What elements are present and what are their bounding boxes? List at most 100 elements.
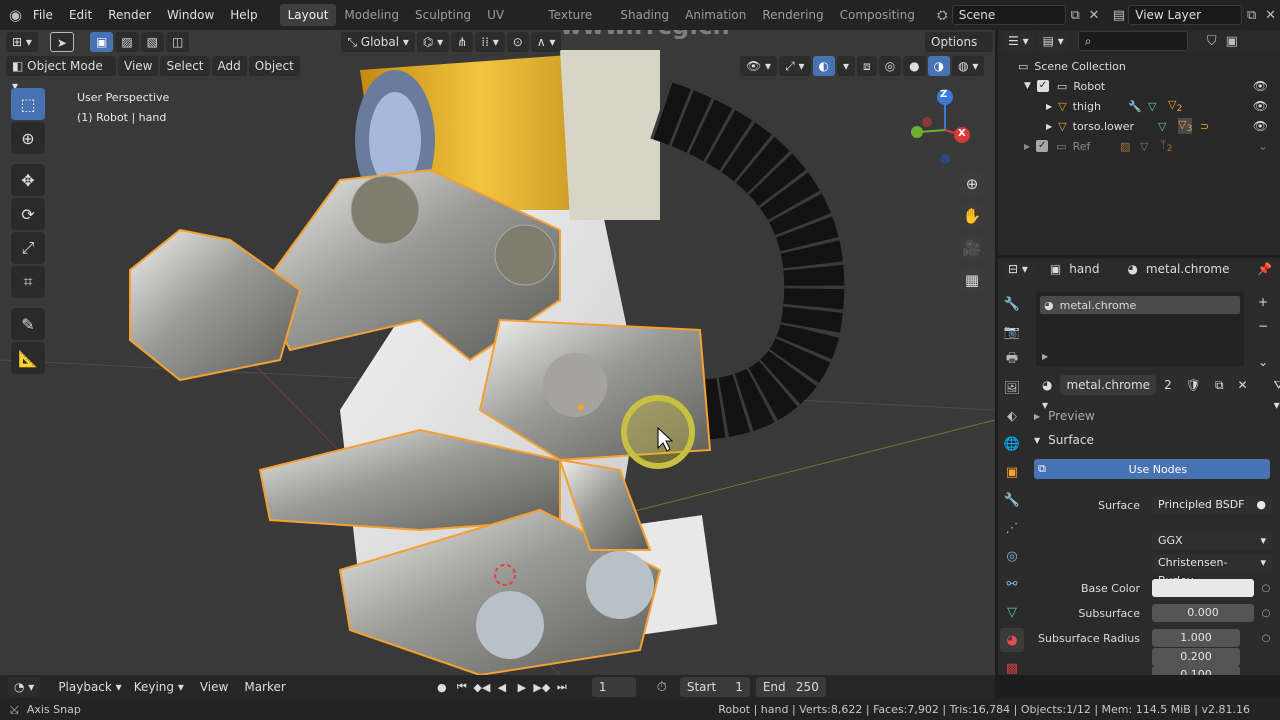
jump-end-icon[interactable]: ⏭ <box>552 680 572 694</box>
gizmo-toggle-icon[interactable]: ⤢ ▾ <box>779 56 811 76</box>
subsurface-radius-y[interactable]: 0.200 <box>1152 648 1240 666</box>
delete-view-layer-icon[interactable]: ✕ <box>1261 5 1280 25</box>
mode-dropdown[interactable]: ◧ Object Mode ▾ <box>6 56 116 93</box>
material-tab-icon[interactable]: ◕ <box>1000 628 1024 652</box>
physics-tab-icon[interactable]: ◎ <box>1000 544 1024 568</box>
next-keyframe-icon[interactable]: ▶◆ <box>532 681 552 694</box>
visibility-eye-icon[interactable]: 👁 <box>1253 79 1268 93</box>
start-frame-field[interactable]: Start 1 <box>679 677 750 697</box>
navigation-gizmo[interactable]: Z X <box>905 85 980 165</box>
tab-layout[interactable]: Layout <box>279 4 337 26</box>
outliner-row-torso-lower[interactable]: ▶ ▽ torso.lower ▽ ▽3 ⊃ 👁 <box>998 116 1280 136</box>
material-name-field[interactable]: metal.chrome <box>1060 375 1157 395</box>
pivot-icon[interactable]: ⌬ ▾ <box>416 32 450 52</box>
tab-animation[interactable]: Animation <box>677 4 754 26</box>
snap-increment-icon[interactable]: ⁞⁞ ▾ <box>475 32 505 52</box>
annotate-tool-icon[interactable]: ✎ <box>11 308 45 340</box>
expand-arrow-icon[interactable]: ▶ <box>1024 142 1030 151</box>
pan-hand-icon[interactable]: ✋ <box>958 202 986 230</box>
tab-modeling[interactable]: Modeling <box>336 4 407 26</box>
delete-scene-icon[interactable]: ✕ <box>1085 5 1104 25</box>
duplicate-material-icon[interactable]: ⧉ <box>1208 375 1230 395</box>
visibility-icon[interactable]: 👁 ▾ <box>740 56 778 76</box>
menu-window[interactable]: Window <box>159 0 222 30</box>
menu-add[interactable]: Add <box>211 56 247 76</box>
tab-uv-editing[interactable]: UV Editing <box>479 4 540 44</box>
jump-start-icon[interactable]: ⏮ <box>452 680 472 694</box>
zoom-icon[interactable]: ⊕ <box>958 170 986 198</box>
select-invert-icon[interactable]: ◫ <box>166 32 190 52</box>
menu-edit[interactable]: Edit <box>61 0 100 30</box>
menu-marker[interactable]: Marker <box>238 680 291 694</box>
tab-compositing[interactable]: Compositing <box>832 4 923 26</box>
constraints-tab-icon[interactable]: ⚯ <box>1000 572 1024 596</box>
subsurface-radius-z[interactable]: 0.100 <box>1152 666 1240 675</box>
cursor-tool-icon[interactable]: ⊕ <box>11 122 45 154</box>
play-icon[interactable]: ▶ <box>512 681 532 694</box>
slot-specials-icon[interactable]: ⌄ <box>1252 352 1275 372</box>
outliner-row-thigh[interactable]: ▶ ▽ thigh 🔧 ▽ ▽2 👁 <box>998 96 1280 116</box>
select-extend-icon[interactable]: ▨ <box>115 32 139 52</box>
camera-view-icon[interactable]: 🎥 <box>958 234 986 262</box>
include-checkbox[interactable]: ✓ <box>1036 140 1049 152</box>
include-checkbox[interactable]: ✓ <box>1036 80 1049 92</box>
subsurface-method-dropdown[interactable]: Christensen-Burley ▾ <box>1152 554 1272 587</box>
falloff-icon[interactable]: ∧ ▾ <box>530 32 562 52</box>
outliner-row-scene-collection[interactable]: ▭ Scene Collection <box>998 56 1280 76</box>
move-tool-icon[interactable]: ✥ <box>11 164 45 196</box>
add-slot-icon[interactable]: + <box>1252 292 1275 312</box>
unlink-material-icon[interactable]: ✕ <box>1231 375 1254 395</box>
visibility-eye-icon[interactable]: 👁 <box>1253 99 1268 113</box>
menu-view[interactable]: View <box>118 56 159 76</box>
new-collection-icon[interactable]: ▣ <box>1222 31 1242 51</box>
texture-tab-icon[interactable]: ▩ <box>1000 656 1024 680</box>
outliner-editor-type-icon[interactable]: ☰ ▾ <box>1002 31 1035 51</box>
material-slot[interactable]: ◕ metal.chrome <box>1040 296 1240 314</box>
select-tool-icon[interactable]: ➤ <box>49 32 74 52</box>
menu-file[interactable]: File <box>25 0 61 30</box>
socket-icon[interactable]: ○ <box>1260 633 1272 644</box>
base-color-swatch[interactable] <box>1152 579 1254 597</box>
tool-tab-icon[interactable]: 🔧 <box>1000 292 1024 316</box>
object-tab-icon[interactable]: ▣ <box>1000 460 1024 484</box>
menu-help[interactable]: Help <box>222 0 265 30</box>
view-layer-tab-icon[interactable]: 🖼 <box>1000 376 1024 400</box>
expand-arrow-icon[interactable]: ▶ <box>1046 102 1052 111</box>
rotate-tool-icon[interactable]: ⟳ <box>11 198 45 230</box>
orientation-dropdown[interactable]: ⤡ Global ▾ <box>341 32 415 52</box>
data-tab-icon[interactable]: ▽ <box>1000 600 1024 624</box>
prev-keyframe-icon[interactable]: ◆◀ <box>472 681 492 694</box>
surface-shader-field[interactable]: Principled BSDF ● <box>1152 496 1272 514</box>
xray-toggle-icon[interactable]: ⧈ <box>857 56 877 76</box>
menu-view[interactable]: View <box>194 680 234 694</box>
expand-arrow-icon[interactable]: ▶ <box>1046 122 1052 131</box>
end-frame-field[interactable]: End 250 <box>755 677 826 697</box>
scene-field[interactable]: Scene <box>951 5 1066 25</box>
tab-texture-paint[interactable]: Texture Paint <box>540 4 612 44</box>
menu-playback[interactable]: Playback ▾ <box>52 680 127 694</box>
transform-tool-icon[interactable]: ⌗ <box>11 266 45 298</box>
new-scene-icon[interactable]: ⧉ <box>1066 5 1085 25</box>
tab-rendering[interactable]: Rendering <box>754 4 831 26</box>
scene-selector-icon[interactable]: ⛭ <box>933 5 952 25</box>
new-view-layer-icon[interactable]: ⧉ <box>1242 5 1261 25</box>
measure-tool-icon[interactable]: 📐 <box>11 342 45 374</box>
particles-tab-icon[interactable]: ⋰ <box>1000 516 1024 540</box>
properties-editor-type-icon[interactable]: ⊟ ▾ <box>1002 259 1034 279</box>
distribution-dropdown[interactable]: GGX ▾ <box>1152 532 1272 550</box>
3d-viewport[interactable]: ⊞ ▾ ➤ ▣ ▨ ▧ ◫ ⤡ Global ▾ ⌬ ▾ ⋔ ⁞⁞ ▾ ⊙ ∧ … <box>0 30 995 675</box>
tab-shading[interactable]: Shading <box>612 4 677 26</box>
rendered-shading-icon[interactable]: ◍ ▾ <box>952 56 985 76</box>
fake-user-icon[interactable]: 🛡 <box>1179 375 1207 395</box>
menu-keying[interactable]: Keying ▾ <box>128 680 190 694</box>
tab-sculpting[interactable]: Sculpting <box>407 4 479 26</box>
record-icon[interactable]: ● <box>432 681 452 694</box>
overlay-toggle-icon[interactable]: ◐ <box>812 56 836 76</box>
scale-tool-icon[interactable]: ⤢ <box>11 232 45 264</box>
subsurface-radius-x[interactable]: 1.000 <box>1152 629 1240 647</box>
wireframe-shading-icon[interactable]: ◎ <box>878 56 902 76</box>
menu-object[interactable]: Object <box>248 56 300 76</box>
render-tab-icon[interactable]: 📷 <box>1000 320 1024 344</box>
use-nodes-button[interactable]: ⧉ Use Nodes <box>1034 459 1270 479</box>
material-preview-icon[interactable]: ◑ <box>927 56 951 76</box>
